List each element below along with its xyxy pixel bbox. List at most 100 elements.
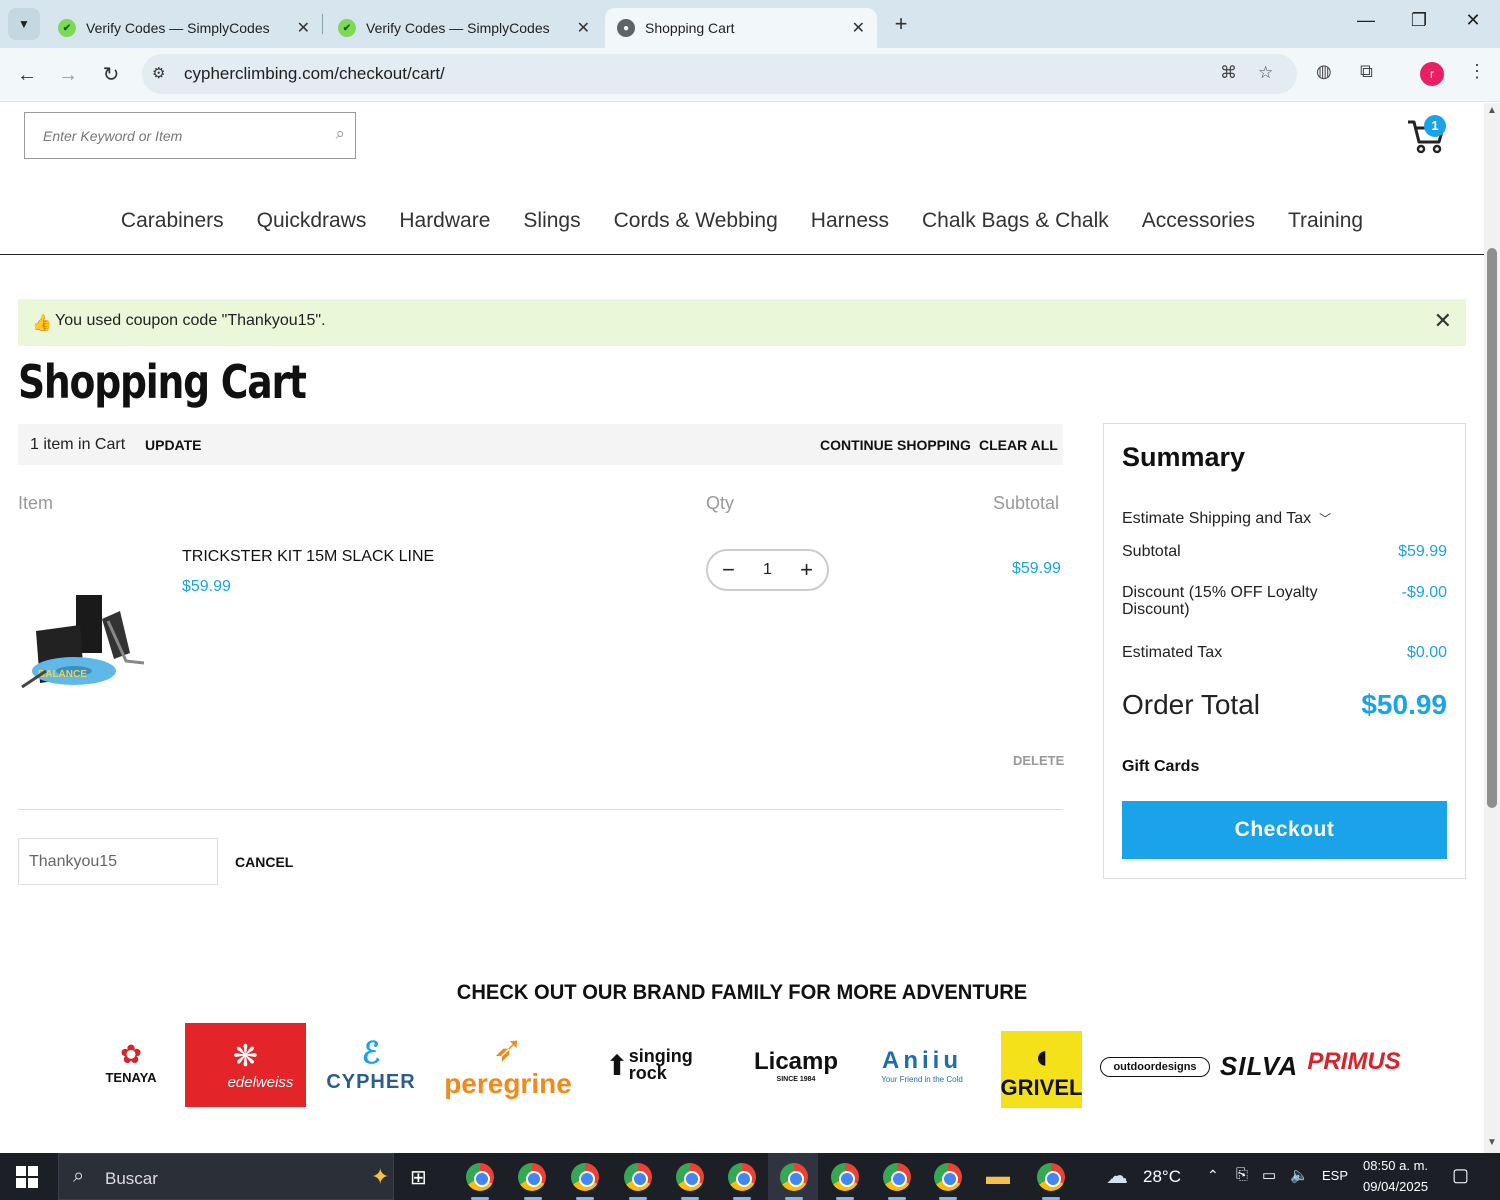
grivel-logo[interactable]: ◖ GRIVEL [1001,1031,1082,1108]
order-total-value: $50.99 [1361,689,1447,720]
extensions-puzzle-icon[interactable]: ⧉ [1360,61,1373,82]
scroll-down-arrow-icon[interactable]: ▼ [1487,1137,1497,1148]
tab-close-icon[interactable]: ✕ [577,18,590,38]
nav-item-quickdraws[interactable]: Quickdraws [257,203,367,254]
cancel-coupon-button[interactable]: CANCEL [235,854,293,870]
page-scrollbar[interactable]: ▲ ▼ [1484,103,1500,1153]
chrome-taskbar-icon[interactable] [466,1163,494,1191]
nav-item-chalk-bags[interactable]: Chalk Bags & Chalk [922,203,1109,254]
notifications-icon[interactable]: ▢ [1452,1165,1469,1186]
browser-tabbar: ▼ ✔ Verify Codes — SimplyCodes ✕ ✔ Verif… [0,0,1500,48]
chrome-taskbar-icon[interactable] [571,1163,599,1191]
forward-arrow-icon[interactable]: → [54,61,82,89]
chrome-taskbar-icon[interactable] [883,1163,911,1191]
product-name-link[interactable]: TRICKSTER KIT 15M SLACK LINE [182,548,434,566]
chrome-taskbar-icon[interactable] [624,1163,652,1191]
checkout-button[interactable]: Checkout [1122,801,1447,859]
nav-item-carabiners[interactable]: Carabiners [121,203,224,254]
nav-item-slings[interactable]: Slings [523,203,580,254]
delete-item-button[interactable]: DELETE [1013,753,1064,768]
new-tab-plus-icon[interactable]: + [888,12,914,38]
nav-item-accessories[interactable]: Accessories [1142,203,1255,254]
reload-icon[interactable]: ↻ [97,61,125,89]
discount-label: Discount (15% OFF Loyalty Discount) [1122,584,1318,618]
search-icon[interactable]: ⌕ [335,124,345,144]
outdoordesigns-wordmark: outdoordesigns [1113,1061,1197,1073]
outdoordesigns-logo[interactable]: outdoordesigns [1100,1057,1210,1077]
coupon-code-field[interactable]: Thankyou15 [18,838,218,885]
browser-tab[interactable]: ✔ Verify Codes — SimplyCodes ✕ [326,8,602,48]
scroll-up-arrow-icon[interactable]: ▲ [1487,105,1497,116]
product-image[interactable]: BALANCE [18,591,148,693]
chrome-taskbar-icon[interactable] [934,1163,962,1191]
update-cart-button[interactable]: UPDATE [145,437,202,453]
back-arrow-icon[interactable]: ← [13,61,41,89]
clock-time[interactable]: 08:50 a. m. [1363,1158,1428,1173]
continue-shopping-button[interactable]: CONTINUE SHOPPING [820,437,971,453]
file-explorer-icon[interactable]: ▬ [986,1163,1010,1191]
translate-icon[interactable]: ⌘ [1220,63,1237,83]
browser-tab-active[interactable]: ● Shopping Cart ✕ [605,8,877,48]
bookmark-star-icon[interactable]: ☆ [1258,63,1273,83]
up-arrow-icon: ⬆ [605,1049,629,1081]
volume-icon[interactable]: 🔈 [1290,1166,1309,1184]
device-icon[interactable]: ⎘ [1236,1166,1248,1183]
cart-count-badge[interactable]: 1 [1424,115,1446,137]
site-settings-icon[interactable]: ⚙ [152,64,165,82]
silva-logo[interactable]: SILVA [1214,1049,1304,1083]
copilot-sparkle-icon: ✦ [371,1164,390,1189]
increase-qty-button[interactable]: + [800,557,813,583]
chrome-taskbar-icon[interactable] [831,1163,859,1191]
taskbar-search-box[interactable]: ⌕ Buscar ✦ [58,1153,394,1200]
tab-search-chevron-icon[interactable]: ▼ [8,8,40,40]
chrome-taskbar-icon[interactable] [518,1163,546,1191]
tab-close-icon[interactable]: ✕ [852,18,865,38]
language-indicator[interactable]: ESP [1322,1168,1348,1183]
decrease-qty-button[interactable]: − [722,557,735,583]
weather-temperature[interactable]: 28°C [1143,1167,1181,1187]
aniiu-logo[interactable]: Aniiu Your Friend in the Cold [862,1041,982,1089]
estimate-shipping-toggle[interactable]: Estimate Shipping and Tax ﹀ [1122,510,1447,528]
edelweiss-logo[interactable]: ❋ edelweiss [185,1023,306,1107]
quantity-value[interactable]: 1 [763,561,772,579]
minimize-icon[interactable]: — [1351,10,1381,31]
window-close-icon[interactable]: ✕ [1458,10,1488,31]
close-notice-icon[interactable]: ✕ [1434,308,1452,334]
nav-item-harness[interactable]: Harness [811,203,889,254]
scrollbar-thumb[interactable] [1487,248,1497,808]
chrome-taskbar-icon[interactable] [1037,1163,1065,1191]
chrome-taskbar-icon[interactable] [676,1163,704,1191]
browser-tab[interactable]: ✔ Verify Codes — SimplyCodes ✕ [46,8,322,48]
peregrine-logo[interactable]: ➶ peregrine [430,1021,586,1109]
licamp-tagline: SINCE 1984 [776,1075,816,1083]
tab-close-icon[interactable]: ✕ [297,18,310,38]
cypher-logo[interactable]: ℰ CYPHER [323,1029,419,1101]
restore-icon[interactable]: ❐ [1404,10,1434,31]
task-view-icon[interactable]: ⊞ [410,1165,427,1190]
nav-item-training[interactable]: Training [1288,203,1363,254]
nav-item-cords-webbing[interactable]: Cords & Webbing [614,203,778,254]
tenaya-logo[interactable]: ✿ TENAYA [90,1037,172,1087]
taskbar-search-text: Buscar [105,1169,158,1188]
clear-all-button[interactable]: CLEAR ALL [979,437,1058,453]
summary-title: Summary [1122,442,1246,472]
column-header-qty: Qty [706,493,735,513]
nav-item-hardware[interactable]: Hardware [399,203,490,254]
extension-globe-icon[interactable]: ◍ [1316,61,1332,82]
url-text[interactable]: cypherclimbing.com/checkout/cart/ [184,64,445,84]
singing-rock-logo[interactable]: ⬆ singing rock [602,1041,724,1089]
chrome-taskbar-icon-active[interactable] [780,1163,808,1191]
chrome-taskbar-icon[interactable] [728,1163,756,1191]
clock-date[interactable]: 09/04/2025 [1363,1179,1428,1194]
address-bar[interactable]: ⚙ cypherclimbing.com/checkout/cart/ ⌘ ☆ [142,54,1297,94]
chevron-up-icon[interactable]: ⌃ [1207,1167,1219,1184]
windows-start-icon[interactable] [16,1166,38,1188]
network-icon[interactable]: ▭ [1262,1166,1276,1184]
licamp-logo[interactable]: Licamp SINCE 1984 [735,1037,857,1093]
weather-cloud-icon[interactable]: ☁ [1106,1163,1128,1189]
profile-avatar[interactable]: r [1420,62,1444,86]
browser-menu-icon[interactable]: ⋮ [1468,61,1486,82]
search-input[interactable]: Enter Keyword or Item ⌕ [24,112,356,159]
gift-cards-toggle[interactable]: Gift Cards [1122,758,1199,776]
primus-logo[interactable]: PRIMUS [1307,1045,1400,1079]
